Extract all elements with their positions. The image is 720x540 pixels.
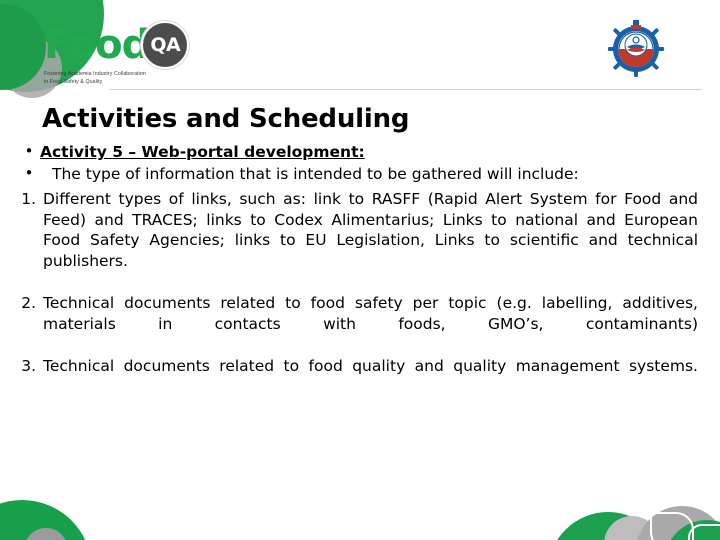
decor-bottom-right-swirl-2 xyxy=(688,524,720,540)
logo-food-text: Food xyxy=(44,22,150,68)
numbered-text-1: Different types of links, such as: link … xyxy=(43,189,698,270)
decor-bottom-right-swirl xyxy=(650,512,694,540)
foodqa-wordmark: Food QA xyxy=(44,21,244,69)
bullet-marker-icon: • xyxy=(24,142,34,160)
bullet-list: • Activity 5 – Web-portal development: •… xyxy=(0,142,720,185)
bullet-item-info-types: • The type of information that is intend… xyxy=(18,164,698,184)
numbered-text-2: Technical documents related to food safe… xyxy=(43,293,698,333)
slide-content: Activities and Scheduling • Activity 5 –… xyxy=(0,96,720,398)
slide-canvas: Food QA Fostering Academia Industry Coll… xyxy=(0,0,720,540)
logo-tagline-line-2: in Food Safety & Quality xyxy=(44,78,103,85)
bullet-text-info-types: The type of information that is intended… xyxy=(52,165,579,184)
header-divider xyxy=(110,89,702,90)
decor-bottom-right-gray-circle xyxy=(636,506,720,540)
logo-qa-badge: QA xyxy=(141,21,190,69)
logo-tagline: Fostering Academia Industry Collaboratio… xyxy=(44,71,184,86)
slide-header: Food QA Fostering Academia Industry Coll… xyxy=(0,0,720,96)
bullet-marker-icon-2: • xyxy=(24,164,34,183)
decor-bottom-right-green-circle-2 xyxy=(664,520,720,540)
bullet-item-activity5: • Activity 5 – Web-portal development: xyxy=(18,142,698,162)
numbered-text-3: Technical documents related to food qual… xyxy=(43,356,698,375)
decor-bottom-right-gray-circle-small xyxy=(604,516,660,540)
numbered-marker-3: 3. xyxy=(21,356,36,375)
partner-seal-logo xyxy=(604,16,668,80)
numbered-item-1: 1. Different types of links, such as: li… xyxy=(8,189,698,292)
logo-tagline-line-1: Fostering Academia Industry Collaboratio… xyxy=(44,71,146,77)
numbered-marker-2: 2. xyxy=(21,293,36,312)
numbered-item-2: 2. Technical documents related to food s… xyxy=(8,293,698,355)
numbered-marker-1: 1. xyxy=(21,189,36,208)
numbered-list: 1. Different types of links, such as: li… xyxy=(0,189,720,397)
numbered-item-3: 3. Technical documents related to food q… xyxy=(8,356,698,397)
decor-bottom-left-green-circle xyxy=(0,500,92,540)
decor-bottom-right-green-circle xyxy=(548,512,668,540)
bullet-text-activity5: Activity 5 – Web-portal development: xyxy=(40,143,365,161)
decor-bottom-left-gray-circle xyxy=(24,528,68,540)
university-seal-icon xyxy=(608,20,664,77)
foodqa-logo: Food QA Fostering Academia Industry Coll… xyxy=(44,21,244,86)
page-title: Activities and Scheduling xyxy=(42,104,410,134)
